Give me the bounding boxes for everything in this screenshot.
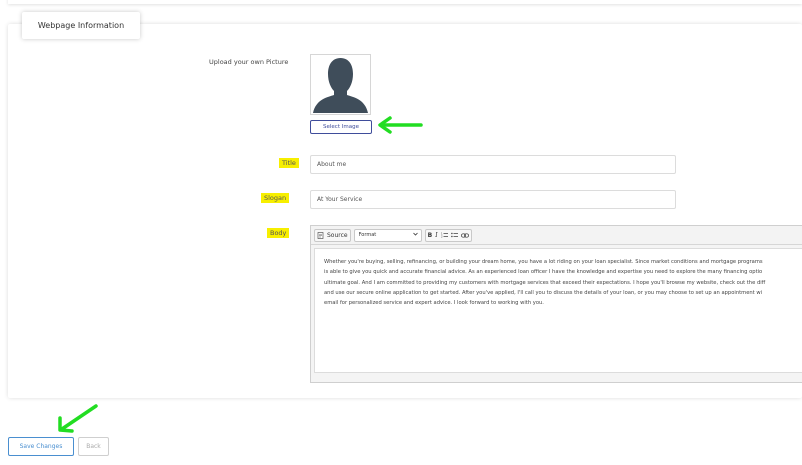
link-icon[interactable]	[460, 232, 469, 238]
italic-button[interactable]: I	[435, 232, 437, 239]
avatar-placeholder	[310, 54, 371, 115]
picture-label: Upload your own Picture	[209, 58, 289, 66]
save-changes-button[interactable]: Save Changes	[8, 437, 74, 456]
body-label: Body	[267, 228, 290, 238]
annotation-arrow-icon	[378, 116, 423, 134]
slogan-input[interactable]	[310, 190, 676, 209]
editor-toolbar: Source Format B I 12	[311, 226, 802, 245]
chevron-down-icon	[412, 232, 418, 238]
body-line: and use our secure online application to…	[324, 289, 763, 296]
body-line: email for personalized service and exper…	[324, 300, 544, 307]
format-select[interactable]: Format	[353, 228, 422, 242]
source-icon	[317, 231, 324, 239]
numbered-list-icon[interactable]: 12	[441, 232, 448, 238]
slogan-label: Slogan	[261, 193, 290, 203]
annotation-arrow-icon	[58, 404, 98, 433]
user-silhouette-icon	[313, 58, 368, 113]
editor-content[interactable]: Whether you're buying, selling, refinanc…	[314, 248, 802, 373]
bold-button[interactable]: B	[428, 232, 433, 239]
body-editor: Source Format B I 12 Whether you're buyi…	[310, 225, 802, 383]
body-line: ultimate goal. And I am committed to pro…	[324, 279, 766, 286]
source-label: Source	[327, 231, 348, 239]
back-button[interactable]: Back	[78, 437, 109, 456]
select-image-button[interactable]: Select Image	[310, 120, 372, 134]
panel-title: Webpage Information	[22, 12, 140, 39]
title-input[interactable]	[310, 155, 676, 174]
top-card	[8, 0, 802, 4]
body-line: Whether you're buying, selling, refinanc…	[324, 259, 763, 265]
source-button[interactable]: Source	[314, 228, 351, 242]
bulleted-list-icon[interactable]	[450, 232, 458, 238]
svg-text:2: 2	[441, 235, 443, 239]
body-line: is able to give you quick and accurate f…	[324, 269, 763, 276]
format-select-value: Format	[358, 232, 377, 238]
formatting-group: B I 12	[424, 228, 472, 242]
title-label: Title	[279, 158, 299, 168]
